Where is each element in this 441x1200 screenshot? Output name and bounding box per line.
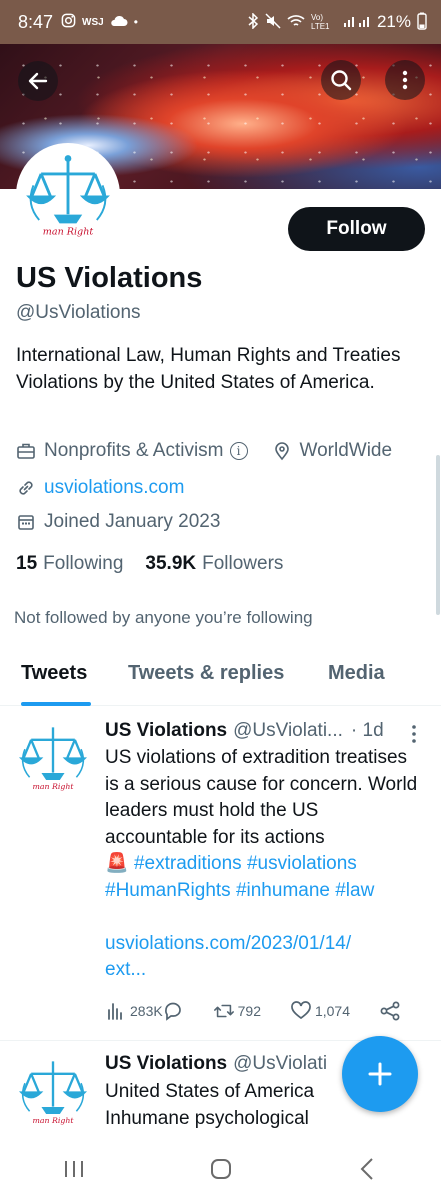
tab-media[interactable]: Media (328, 648, 385, 706)
more-vertical-icon (402, 70, 408, 90)
follow-button[interactable]: Follow (288, 207, 425, 251)
info-icon[interactable]: i (229, 442, 248, 460)
tweet-link[interactable]: ext... (105, 959, 146, 980)
profile-handle: @UsViolations (16, 302, 141, 323)
retweet-button[interactable]: 792 (213, 1000, 261, 1022)
profile-name: US Violations (16, 262, 203, 294)
battery-level: 21% (376, 12, 411, 31)
share-icon (380, 1001, 400, 1021)
profile-bio: International Law, Human Rights and Trea… (16, 345, 401, 393)
avatar-caption: man Right (43, 226, 94, 237)
network-label: Vo) LTE1 (310, 13, 330, 31)
recent-apps-button[interactable] (44, 1149, 104, 1189)
profile-joined-date: Joined January 2023 (44, 511, 221, 532)
search-icon (331, 70, 352, 91)
tweet-avatar[interactable]: man Right (14, 718, 92, 796)
tweet-text-main: US violations of extradition treatises i… (105, 747, 418, 848)
views-button[interactable]: 283K (105, 1000, 163, 1022)
profile-website-row: usviolations.com (16, 477, 184, 499)
tweet-hashtags[interactable]: #HumanRights #inhumane #law (105, 880, 374, 901)
scrollbar[interactable] (436, 455, 440, 615)
tweet-header: US Violations @UsViolati... · 1d (105, 720, 384, 742)
instagram-icon (61, 13, 76, 31)
profile-joined-row: Joined January 2023 (16, 511, 220, 533)
mute-icon (265, 12, 281, 32)
like-count: 1,074 (314, 1003, 351, 1019)
back-button[interactable] (18, 61, 58, 101)
not-followed-note: Not followed by anyone you’re following (14, 608, 313, 627)
profile-avatar[interactable]: man Right (16, 143, 120, 247)
status-bar: 8:47 WSJ • Vo) LTE1 21% (0, 0, 441, 44)
tweet-author-handle[interactable]: @UsViolati (233, 1053, 327, 1075)
home-icon (210, 1159, 231, 1179)
reply-button[interactable] (162, 1000, 184, 1022)
recent-apps-icon (64, 1161, 83, 1177)
tweet-author-name[interactable]: US Violations (105, 720, 227, 742)
wsj-icon: WSJ (82, 16, 104, 28)
wifi-icon (287, 14, 305, 31)
tweet-text: US violations of extradition treatises i… (105, 745, 423, 984)
briefcase-icon (17, 443, 35, 459)
share-button[interactable] (379, 1000, 401, 1022)
tweet-header: US Violations @UsViolati (105, 1053, 327, 1075)
tweet-text-line: United States of America (105, 1081, 315, 1102)
profile-category: Nonprofits & Activism (44, 440, 224, 461)
reply-icon (164, 1002, 181, 1021)
plus-icon (368, 1062, 392, 1086)
follow-counts: 15 Following 35.9K Followers (16, 553, 283, 575)
location-pin-icon (274, 442, 289, 461)
retweet-count: 792 (237, 1003, 261, 1019)
cloud-icon (110, 15, 128, 30)
tweet-author-name[interactable]: US Violations (105, 1053, 227, 1075)
battery-icon (417, 12, 427, 33)
views-chart-icon (108, 1003, 122, 1020)
tweet-hashtags[interactable]: #extraditions #usviolations (134, 853, 357, 874)
profile-meta-category-location: Nonprofits & Activism i WorldWide (16, 440, 392, 462)
tweet-link[interactable]: usviolations.com/2023/01/14/ (105, 933, 351, 954)
signal-icon (343, 14, 371, 31)
heart-icon (291, 1001, 311, 1020)
scales-of-justice-logo: man Right (14, 1052, 92, 1130)
back-arrow-icon (28, 72, 48, 90)
scales-of-justice-logo: man Right (14, 718, 92, 796)
retweet-icon (213, 1004, 234, 1018)
like-button[interactable]: 1,074 (290, 1000, 350, 1022)
svg-text:man Right: man Right (32, 782, 74, 791)
link-icon (19, 481, 33, 495)
views-count: 283K (130, 1003, 163, 1019)
tweet-actions: 283K 792 1,074 (105, 1000, 401, 1022)
siren-emoji: 🚨 (105, 853, 129, 874)
bluetooth-icon (247, 11, 259, 32)
profile-location: WorldWide (299, 440, 393, 461)
tab-tweets-and-replies[interactable]: Tweets & replies (128, 648, 284, 706)
tweet-author-handle[interactable]: @UsViolati... (233, 720, 343, 742)
home-button[interactable] (191, 1149, 251, 1189)
status-time: 8:47 (18, 11, 54, 32)
tweet-text-line: Inhumane psychological (105, 1107, 309, 1129)
scales-of-justice-logo: man Right (20, 147, 116, 243)
following-count-link[interactable]: 15 Following (16, 553, 123, 575)
dot-icon: • (133, 15, 138, 29)
tweet-time: · 1d (350, 720, 384, 741)
svg-text:man Right: man Right (32, 1116, 74, 1125)
profile-website-link[interactable]: usviolations.com (44, 477, 184, 499)
tweet-avatar[interactable]: man Right (14, 1052, 92, 1130)
followers-count-link[interactable]: 35.9K Followers (145, 553, 283, 575)
search-button[interactable] (321, 60, 361, 100)
more-options-button[interactable] (385, 60, 425, 100)
calendar-icon (18, 515, 34, 530)
more-vertical-icon (412, 725, 416, 743)
system-back-button[interactable] (338, 1149, 398, 1189)
chevron-left-icon (360, 1158, 373, 1180)
system-navigation-bar (0, 1138, 441, 1200)
compose-tweet-button[interactable] (342, 1036, 418, 1112)
tab-tweets[interactable]: Tweets (21, 648, 91, 706)
profile-tabs: Tweets Tweets & replies Media (0, 648, 441, 706)
